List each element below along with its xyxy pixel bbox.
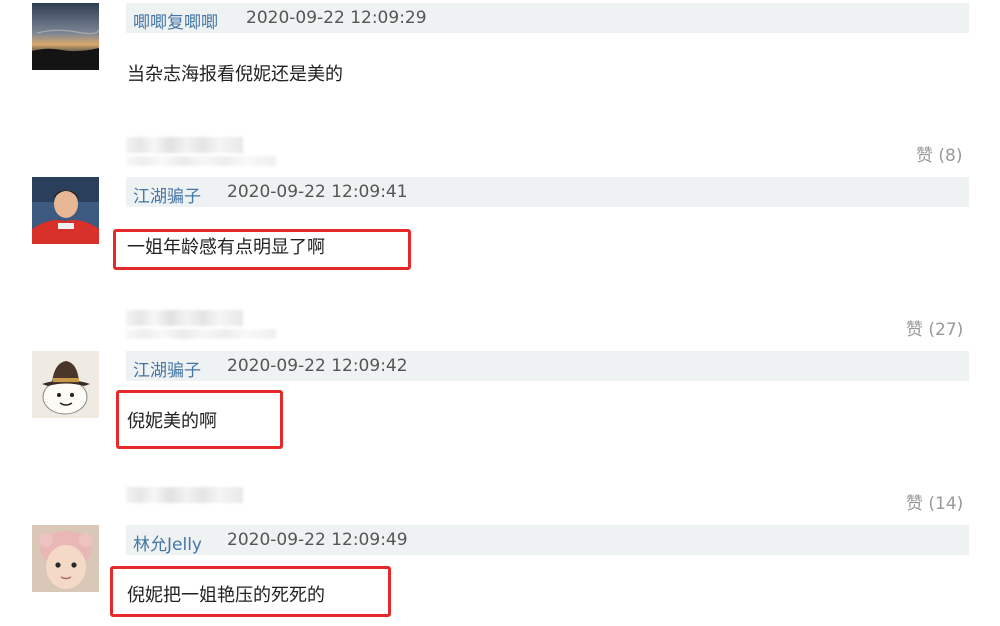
avatar[interactable] bbox=[32, 177, 99, 244]
highlight-box bbox=[110, 566, 391, 617]
blurred-reply-area bbox=[126, 156, 276, 166]
blurred-reply-area bbox=[126, 329, 276, 339]
blurred-reply-area bbox=[126, 487, 243, 503]
baby-icon bbox=[32, 525, 99, 592]
comment-timestamp: 2020-09-22 12:09:49 bbox=[227, 530, 408, 550]
comment-timestamp: 2020-09-22 12:09:41 bbox=[227, 182, 408, 202]
like-button[interactable]: 赞 (27) bbox=[906, 315, 963, 340]
comment-meta-bar: 江湖骗子 2020-09-22 12:09:41 bbox=[126, 177, 969, 207]
highlight-box bbox=[113, 229, 411, 270]
avatar[interactable] bbox=[32, 351, 99, 418]
comment-timestamp: 2020-09-22 12:09:42 bbox=[227, 356, 408, 376]
blurred-reply-area bbox=[126, 137, 243, 153]
cartoon-hat-icon bbox=[32, 351, 99, 418]
comment-text: 当杂志海报看倪妮还是美的 bbox=[127, 64, 343, 85]
comment-timestamp: 2020-09-22 12:09:29 bbox=[246, 8, 427, 28]
comment-meta-bar: 江湖骗子 2020-09-22 12:09:42 bbox=[126, 351, 969, 381]
avatar[interactable] bbox=[32, 525, 99, 592]
username-link[interactable]: 林允Jelly bbox=[133, 530, 202, 555]
sunset-landscape-icon bbox=[32, 3, 99, 70]
person-red-shirt-icon bbox=[32, 177, 99, 244]
username-link[interactable]: 江湖骗子 bbox=[133, 356, 201, 381]
comment-meta-bar: 唧唧复唧唧 2020-09-22 12:09:29 bbox=[126, 3, 969, 33]
like-button[interactable]: 赞 (8) bbox=[916, 141, 962, 166]
avatar[interactable] bbox=[32, 3, 99, 70]
username-link[interactable]: 江湖骗子 bbox=[133, 182, 201, 207]
blurred-reply-area bbox=[126, 310, 243, 326]
like-button[interactable]: 赞 (14) bbox=[906, 489, 963, 514]
username-link[interactable]: 唧唧复唧唧 bbox=[133, 8, 218, 33]
highlight-box bbox=[116, 390, 283, 449]
comment-meta-bar: 林允Jelly 2020-09-22 12:09:49 bbox=[126, 525, 969, 555]
